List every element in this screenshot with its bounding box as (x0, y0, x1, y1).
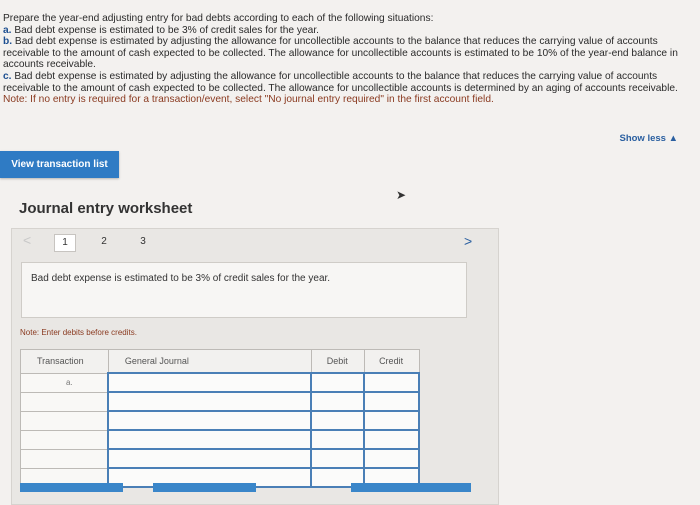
debit-input[interactable] (310, 410, 366, 431)
journal-row (20, 448, 420, 469)
journal-header-row: Transaction General Journal Debit Credit (20, 349, 420, 374)
transaction-cell (20, 448, 109, 469)
worksheet-pagination: < 1 2 3 > (11, 231, 487, 253)
journal-row (20, 429, 420, 450)
debits-credits-note: Note: Enter debits before credits. (20, 328, 137, 337)
instructions-note: Note: If no entry is required for a tran… (3, 94, 494, 106)
show-less-link[interactable]: Show less ▲ (619, 133, 678, 144)
journal-table: Transaction General Journal Debit Credit… (20, 349, 420, 488)
account-select[interactable] (107, 372, 313, 393)
credit-input[interactable] (363, 429, 420, 450)
transaction-description-text: Bad debt expense is estimated to be 3% o… (31, 273, 331, 284)
credit-input[interactable] (363, 391, 420, 412)
mouse-cursor-icon: ➤ (396, 188, 407, 202)
credit-input[interactable] (363, 410, 420, 431)
instruction-c-text: Bad debt expense is estimated by adjusti… (3, 70, 678, 94)
view-general-journal-button[interactable] (351, 483, 471, 492)
record-entry-button[interactable] (20, 483, 123, 492)
clear-entry-button[interactable] (153, 483, 256, 492)
instruction-b-text: Bad debt expense is estimated by adjusti… (3, 36, 678, 71)
journal-row: a. (20, 372, 420, 393)
account-select[interactable] (107, 429, 313, 450)
account-select[interactable] (107, 410, 313, 431)
transaction-cell: a. (20, 372, 109, 393)
worksheet-title: Journal entry worksheet (19, 200, 193, 217)
debit-input[interactable] (310, 391, 366, 412)
view-transaction-list-button[interactable]: View transaction list (0, 151, 119, 178)
instructions: Prepare the year-end adjusting entry for… (3, 13, 695, 106)
transaction-cell (20, 410, 109, 431)
credit-input[interactable] (363, 448, 420, 469)
credit-header: Credit (363, 349, 420, 374)
next-page-icon[interactable]: > (464, 233, 472, 249)
general-journal-header: General Journal (107, 349, 312, 374)
instruction-c: c. Bad debt expense is estimated by adju… (3, 71, 695, 94)
prev-page-icon[interactable]: < (23, 232, 31, 248)
journal-row (20, 410, 420, 431)
instruction-b: b. Bad debt expense is estimated by adju… (3, 36, 695, 71)
transaction-cell (20, 391, 109, 412)
instruction-a-text: Bad debt expense is estimated to be 3% o… (14, 24, 320, 36)
debit-input[interactable] (310, 429, 366, 450)
instruction-a: a. Bad debt expense is estimated to be 3… (3, 25, 695, 37)
instruction-a-label: a. (3, 24, 12, 36)
journal-row (20, 391, 420, 412)
transaction-header: Transaction (20, 349, 109, 374)
account-select[interactable] (107, 448, 313, 469)
debit-header: Debit (310, 349, 365, 374)
instruction-c-label: c. (3, 70, 12, 82)
page-1-tab[interactable]: 1 (54, 234, 76, 252)
debit-input[interactable] (310, 448, 366, 469)
instruction-b-label: b. (3, 36, 13, 48)
account-select[interactable] (107, 391, 313, 412)
instructions-intro: Prepare the year-end adjusting entry for… (3, 13, 434, 24)
debit-input[interactable] (310, 372, 366, 393)
transaction-cell (20, 429, 109, 450)
transaction-description: Bad debt expense is estimated to be 3% o… (21, 262, 467, 318)
page-2-tab[interactable]: 2 (94, 234, 114, 250)
show-less-label: Show less (619, 133, 666, 144)
page-3-tab[interactable]: 3 (133, 234, 153, 250)
caret-up-icon: ▲ (668, 133, 678, 144)
credit-input[interactable] (363, 372, 420, 393)
